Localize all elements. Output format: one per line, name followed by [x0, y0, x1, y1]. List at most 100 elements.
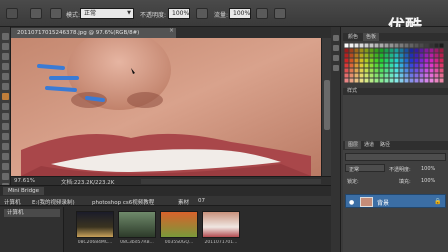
color-swatch[interactable]	[349, 58, 354, 63]
history-brush-tool-icon[interactable]	[2, 123, 9, 130]
character-icon[interactable]	[333, 55, 339, 61]
color-swatch[interactable]	[364, 43, 369, 48]
color-swatch[interactable]	[374, 78, 379, 83]
color-swatch[interactable]	[389, 43, 394, 48]
color-swatch[interactable]	[409, 63, 414, 68]
blur-tool-icon[interactable]	[2, 153, 9, 160]
color-swatch[interactable]	[384, 63, 389, 68]
color-swatch[interactable]	[354, 53, 359, 58]
color-swatch[interactable]	[404, 73, 409, 78]
color-swatch[interactable]	[434, 68, 439, 73]
color-swatch[interactable]	[439, 78, 444, 83]
color-swatch[interactable]	[344, 68, 349, 73]
color-swatch[interactable]	[399, 48, 404, 53]
color-swatch[interactable]	[414, 73, 419, 78]
color-swatch[interactable]	[419, 68, 424, 73]
color-swatch[interactable]	[344, 78, 349, 83]
thumbnail-1[interactable]	[76, 211, 114, 238]
color-swatch[interactable]	[434, 48, 439, 53]
brush-panel-toggle-icon[interactable]	[50, 8, 62, 19]
color-swatch[interactable]	[414, 58, 419, 63]
brush-size-picker-icon[interactable]	[30, 8, 42, 19]
eyedropper-tool-icon[interactable]	[2, 83, 9, 90]
color-swatch[interactable]	[409, 48, 414, 53]
color-swatch[interactable]	[379, 48, 384, 53]
history-icon[interactable]	[333, 35, 339, 41]
tab-paths[interactable]: 路径	[377, 141, 393, 149]
color-swatch[interactable]	[439, 53, 444, 58]
color-swatch[interactable]	[399, 63, 404, 68]
color-swatch[interactable]	[389, 68, 394, 73]
document-tab[interactable]: 20110717015246378.jpg @ 97.6%(RGB/8#)	[11, 28, 176, 38]
color-swatch[interactable]	[374, 63, 379, 68]
color-swatch[interactable]	[399, 53, 404, 58]
horizontal-scrollbar[interactable]	[141, 179, 321, 184]
color-swatch[interactable]	[374, 73, 379, 78]
color-swatch[interactable]	[389, 73, 394, 78]
color-swatch[interactable]	[424, 53, 429, 58]
blend-mode-select[interactable]: 正常	[345, 164, 385, 173]
color-swatch[interactable]	[439, 48, 444, 53]
color-swatch[interactable]	[359, 63, 364, 68]
color-swatch[interactable]	[424, 78, 429, 83]
color-swatch[interactable]	[404, 63, 409, 68]
opacity-field[interactable]: 100%	[168, 8, 190, 19]
color-swatch[interactable]	[369, 68, 374, 73]
move-tool-icon[interactable]	[2, 33, 9, 40]
fill-value[interactable]: 100%	[421, 178, 435, 184]
breadcrumb-item[interactable]: 素材	[178, 198, 189, 206]
color-swatch[interactable]	[419, 58, 424, 63]
paragraph-icon[interactable]	[333, 65, 339, 71]
clone-stamp-tool-icon[interactable]	[2, 113, 9, 120]
color-swatch[interactable]	[399, 58, 404, 63]
color-swatch[interactable]	[394, 73, 399, 78]
pressure-opacity-icon[interactable]	[196, 8, 208, 19]
color-swatch[interactable]	[394, 63, 399, 68]
color-swatch[interactable]	[424, 48, 429, 53]
color-swatch[interactable]	[349, 63, 354, 68]
color-swatch[interactable]	[429, 68, 434, 73]
color-swatch[interactable]	[429, 78, 434, 83]
color-swatch[interactable]	[409, 73, 414, 78]
color-swatch[interactable]	[404, 58, 409, 63]
airbrush-icon[interactable]	[256, 8, 268, 19]
color-swatch[interactable]	[354, 58, 359, 63]
color-swatch[interactable]	[389, 58, 394, 63]
color-swatch[interactable]	[424, 73, 429, 78]
color-swatch[interactable]	[414, 43, 419, 48]
color-swatch[interactable]	[344, 58, 349, 63]
color-swatch[interactable]	[384, 48, 389, 53]
tree-item-computer[interactable]: 计算机	[4, 209, 60, 217]
color-swatch[interactable]	[379, 53, 384, 58]
color-swatch[interactable]	[429, 53, 434, 58]
color-swatch[interactable]	[374, 53, 379, 58]
tab-layers[interactable]: 图层	[345, 141, 362, 149]
thumbnail-2[interactable]	[118, 211, 156, 238]
color-swatch[interactable]	[369, 78, 374, 83]
color-swatch[interactable]	[379, 68, 384, 73]
color-swatch[interactable]	[384, 78, 389, 83]
color-swatch[interactable]	[379, 43, 384, 48]
styles-panel-header[interactable]: 样式	[343, 88, 448, 95]
color-swatch[interactable]	[394, 48, 399, 53]
color-swatch[interactable]	[344, 48, 349, 53]
color-swatch[interactable]	[399, 78, 404, 83]
healing-brush-tool-icon[interactable]	[2, 93, 9, 100]
breadcrumb-item[interactable]: 07	[198, 198, 205, 204]
color-swatch[interactable]	[374, 58, 379, 63]
color-swatch[interactable]	[349, 48, 354, 53]
color-swatch[interactable]	[364, 68, 369, 73]
quick-select-tool-icon[interactable]	[2, 63, 9, 70]
tab-swatches[interactable]: 色板	[363, 33, 380, 41]
color-swatch[interactable]	[344, 53, 349, 58]
color-swatch[interactable]	[439, 43, 444, 48]
color-swatch[interactable]	[399, 43, 404, 48]
color-swatch[interactable]	[414, 53, 419, 58]
vertical-scrollbar[interactable]	[321, 38, 331, 176]
color-swatch[interactable]	[424, 68, 429, 73]
color-swatch[interactable]	[429, 58, 434, 63]
color-swatch[interactable]	[364, 78, 369, 83]
color-swatch[interactable]	[354, 63, 359, 68]
layer-filter-row[interactable]	[345, 153, 446, 161]
color-swatch[interactable]	[364, 63, 369, 68]
